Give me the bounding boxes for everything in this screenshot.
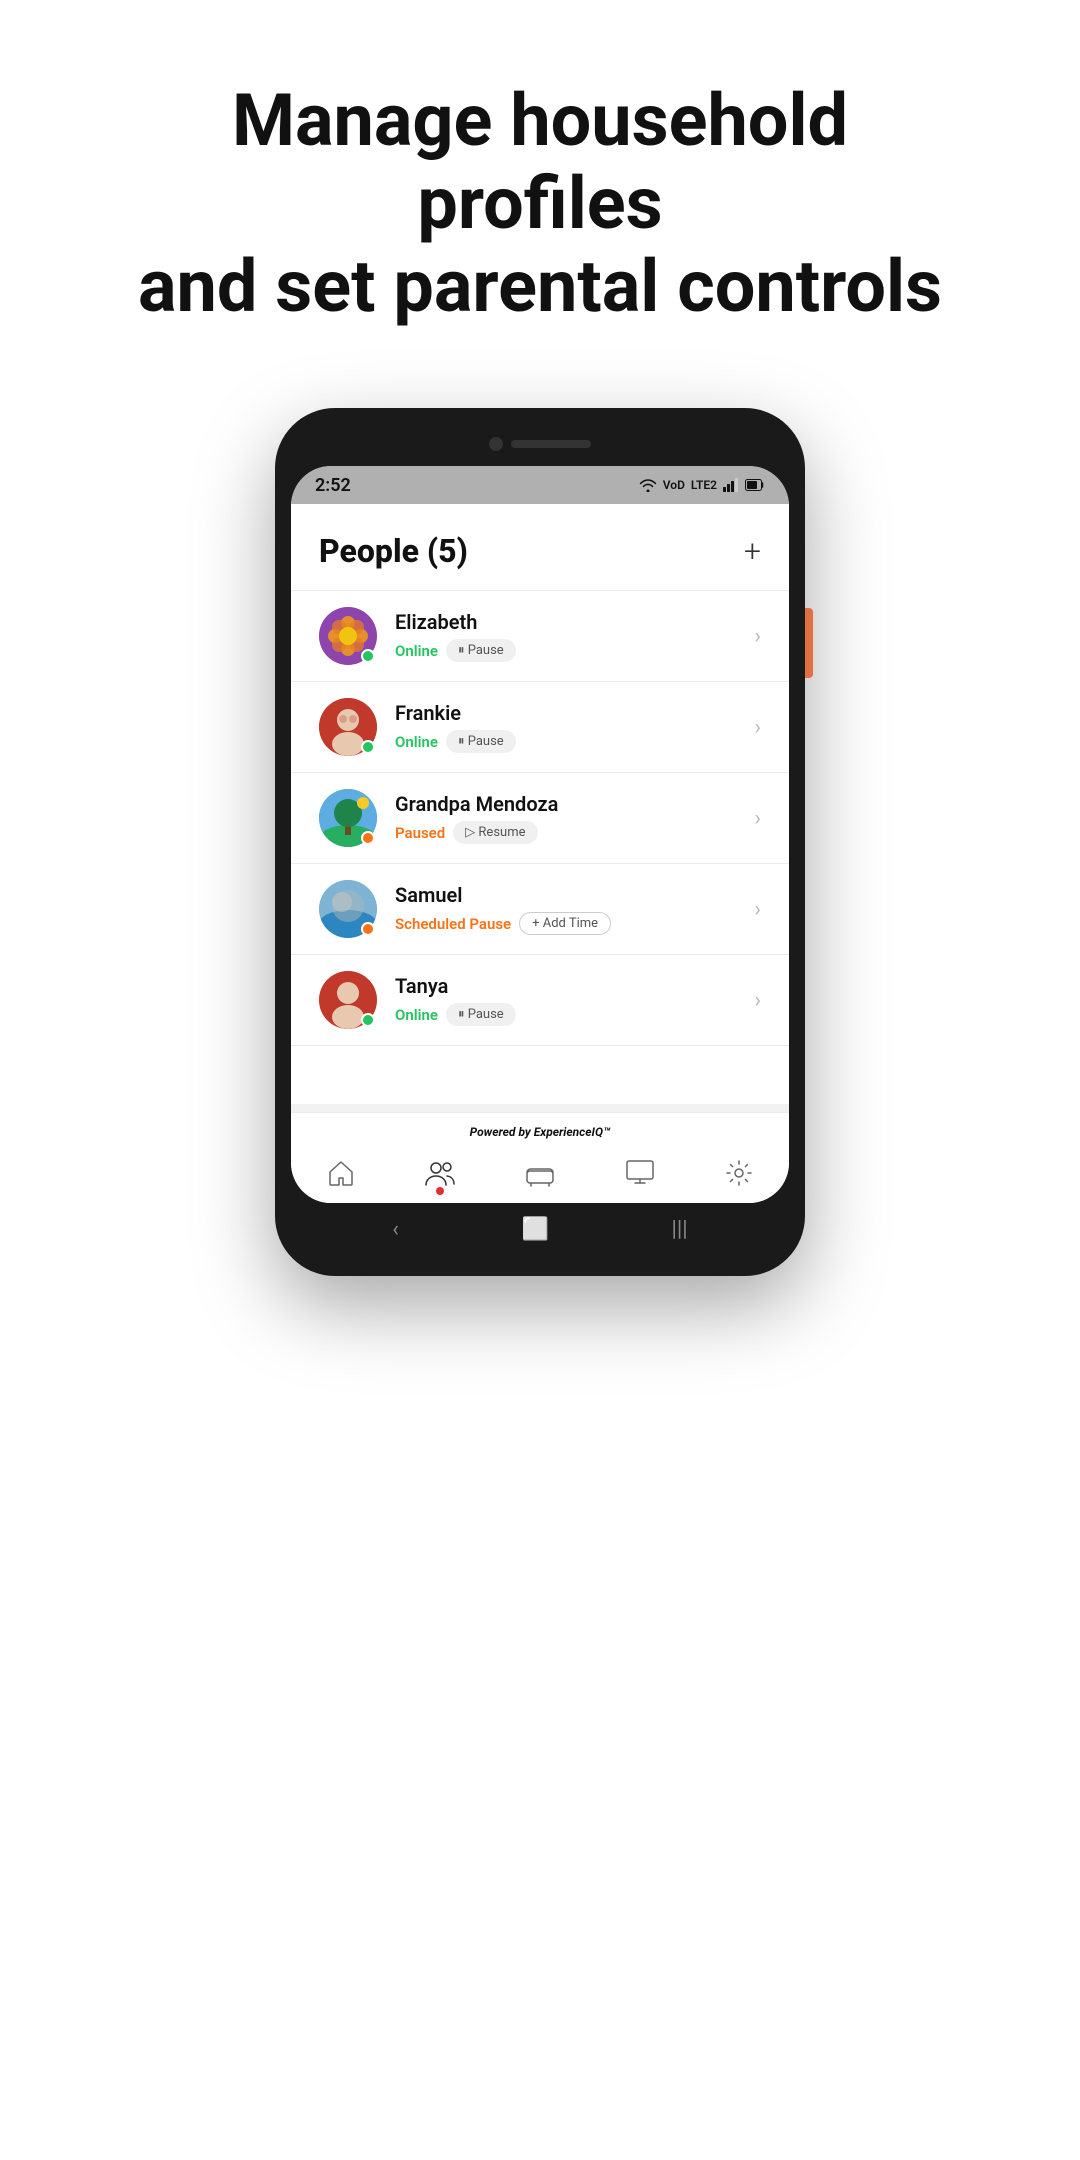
wifi-icon — [639, 478, 657, 492]
recents-button[interactable]: ||| — [672, 1217, 688, 1242]
phone-screen: 2:52 VoD LTE2 — [291, 466, 789, 1203]
back-button[interactable]: ‹ — [392, 1217, 399, 1242]
people-list: Elizabeth Online ⏸ Pause › — [291, 590, 789, 1046]
signal-icon — [723, 478, 739, 492]
avatar-tanya — [319, 971, 377, 1029]
grandpa-name: Grandpa Mendoza — [395, 792, 746, 816]
tanya-status-row: Online ⏸ Pause — [395, 1003, 746, 1026]
tanya-name: Tanya — [395, 974, 746, 998]
grandpa-status-row: Paused ▷ Resume — [395, 821, 746, 844]
samuel-add-time-btn[interactable]: + Add Time — [519, 912, 611, 935]
samuel-status: Scheduled Pause — [395, 915, 511, 933]
avatar-samuel — [319, 880, 377, 938]
elizabeth-name: Elizabeth — [395, 610, 746, 634]
status-bar: 2:52 VoD LTE2 — [291, 466, 789, 504]
lte-label: LTE2 — [691, 478, 717, 492]
powered-by-label: Powered by ExperienceIQ™ — [291, 1113, 789, 1147]
people-icon — [424, 1157, 456, 1189]
phone-nav-bar: ‹ ⬜ ||| — [291, 1203, 789, 1252]
app-header: People (5) + — [291, 504, 789, 590]
elizabeth-pause-btn[interactable]: ⏸ Pause — [446, 639, 516, 662]
bottom-nav — [291, 1147, 789, 1203]
grandpa-status-dot — [361, 831, 375, 845]
nav-home[interactable] — [325, 1157, 357, 1189]
frankie-status-dot — [361, 740, 375, 754]
elizabeth-chevron: › — [754, 624, 761, 649]
tanya-chevron: › — [754, 988, 761, 1013]
speaker-bar — [511, 440, 591, 448]
person-row-samuel[interactable]: Samuel Scheduled Pause + Add Time › — [291, 863, 789, 954]
tanya-status: Online — [395, 1006, 438, 1024]
tanya-pause-btn[interactable]: ⏸ Pause — [446, 1003, 516, 1026]
phone-mockup: 2:52 VoD LTE2 — [275, 408, 805, 1276]
person-row-elizabeth[interactable]: Elizabeth Online ⏸ Pause › — [291, 590, 789, 681]
samuel-status-row: Scheduled Pause + Add Time — [395, 912, 746, 935]
network-label: VoD — [663, 478, 685, 492]
status-time: 2:52 — [315, 475, 351, 496]
samuel-name: Samuel — [395, 883, 746, 907]
frankie-pause-btn[interactable]: ⏸ Pause — [446, 730, 516, 753]
frankie-name: Frankie — [395, 701, 746, 725]
bottom-section: Powered by ExperienceIQ™ — [291, 1112, 789, 1203]
nav-people[interactable] — [424, 1157, 456, 1189]
grandpa-resume-btn[interactable]: ▷ Resume — [453, 821, 537, 844]
samuel-chevron: › — [754, 897, 761, 922]
elizabeth-info: Elizabeth Online ⏸ Pause — [395, 610, 746, 662]
nav-devices[interactable] — [524, 1157, 556, 1189]
status-icons: VoD LTE2 — [639, 478, 765, 492]
frankie-status-row: Online ⏸ Pause — [395, 730, 746, 753]
grandpa-status: Paused — [395, 824, 445, 842]
grandpa-chevron: › — [754, 806, 761, 831]
phone-top-bar — [291, 426, 789, 462]
tanya-status-dot — [361, 1013, 375, 1027]
frankie-status: Online — [395, 733, 438, 751]
samuel-status-dot — [361, 922, 375, 936]
gear-icon — [723, 1157, 755, 1189]
samuel-info: Samuel Scheduled Pause + Add Time — [395, 883, 746, 935]
elizabeth-status-row: Online ⏸ Pause — [395, 639, 746, 662]
nav-monitor[interactable] — [624, 1157, 656, 1189]
page-headline: Manage household profiles and set parent… — [110, 80, 970, 328]
app-content: People (5) + — [291, 504, 789, 1104]
tanya-info: Tanya Online ⏸ Pause — [395, 974, 746, 1026]
couch-icon — [524, 1157, 556, 1189]
nav-settings[interactable] — [723, 1157, 755, 1189]
avatar-elizabeth — [319, 607, 377, 665]
home-icon — [325, 1157, 357, 1189]
battery-icon — [745, 479, 765, 491]
nav-people-active-dot — [436, 1187, 444, 1195]
person-row-grandpa-mendoza[interactable]: Grandpa Mendoza Paused ▷ Resume › — [291, 772, 789, 863]
camera-dot — [489, 437, 503, 451]
avatar-grandpa-mendoza — [319, 789, 377, 847]
home-button[interactable]: ⬜ — [522, 1217, 549, 1242]
monitor-icon — [624, 1157, 656, 1189]
avatar-frankie — [319, 698, 377, 756]
people-title: People (5) — [319, 532, 468, 570]
frankie-info: Frankie Online ⏸ Pause — [395, 701, 746, 753]
add-person-button[interactable]: + — [744, 534, 761, 569]
person-row-tanya[interactable]: Tanya Online ⏸ Pause › — [291, 954, 789, 1046]
person-row-frankie[interactable]: Frankie Online ⏸ Pause › — [291, 681, 789, 772]
grandpa-info: Grandpa Mendoza Paused ▷ Resume — [395, 792, 746, 844]
elizabeth-status: Online — [395, 642, 438, 660]
elizabeth-status-dot — [361, 649, 375, 663]
frankie-chevron: › — [754, 715, 761, 740]
